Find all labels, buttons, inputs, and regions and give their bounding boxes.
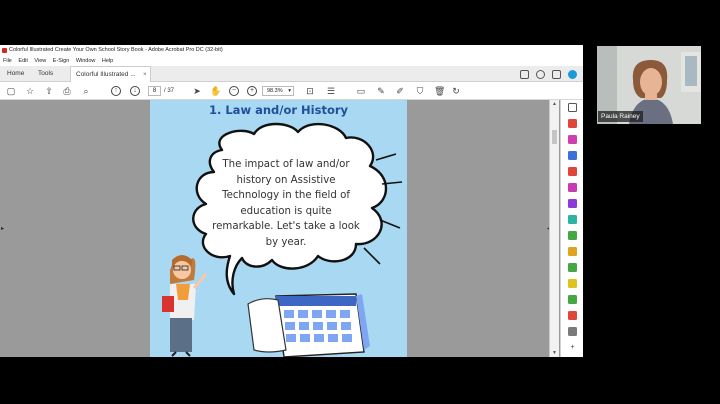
chevron-down-icon: ▾ xyxy=(288,88,291,94)
zoom-in-icon[interactable]: + xyxy=(247,86,257,96)
menu-edit[interactable]: Edit xyxy=(18,58,27,64)
combine-files-icon[interactable] xyxy=(568,135,577,144)
participant-name-label: Paula Rainey xyxy=(598,111,643,122)
notifications-icon[interactable] xyxy=(552,69,561,79)
fill-sign-icon[interactable] xyxy=(568,199,577,208)
main-toolbar: ▢ ☆ ⇧ ⎙ ⌕ ↑ ↓ 8 / 37 ➤ ✋ − + 98.3% ▾ ⊡ ☰… xyxy=(0,82,583,100)
menu-file[interactable]: File xyxy=(3,58,12,64)
collapse-left-panel-icon[interactable]: ▸ xyxy=(1,225,4,232)
help-icon[interactable] xyxy=(536,69,545,79)
zoom-level-select[interactable]: 98.3% ▾ xyxy=(262,86,294,96)
menu-esign[interactable]: E-Sign xyxy=(53,58,70,64)
close-tab-icon[interactable]: × xyxy=(143,67,147,83)
print-production-icon[interactable] xyxy=(568,327,577,336)
menu-bar: File Edit View E-Sign Window Help xyxy=(0,56,583,66)
menu-view[interactable]: View xyxy=(34,58,46,64)
calendar-icon xyxy=(247,293,370,357)
redact-icon[interactable] xyxy=(568,311,577,320)
tab-home[interactable]: Home xyxy=(7,66,24,82)
menu-help[interactable]: Help xyxy=(102,58,113,64)
scrollbar-thumb[interactable] xyxy=(552,130,557,144)
scroll-mode-icon[interactable]: ☰ xyxy=(326,86,336,96)
account-icons xyxy=(520,66,583,82)
edit-pdf-icon[interactable] xyxy=(568,167,577,176)
search-icon[interactable]: ⌕ xyxy=(81,86,91,96)
hand-tool-icon[interactable]: ✋ xyxy=(210,86,221,96)
upload-icon[interactable]: ⇧ xyxy=(44,86,54,96)
account-avatar[interactable] xyxy=(568,69,577,79)
previous-page-icon[interactable]: ↑ xyxy=(111,86,121,96)
accessibility-icon[interactable] xyxy=(568,295,577,304)
more-tools-icon[interactable]: + xyxy=(568,343,577,352)
save-icon[interactable]: ▢ xyxy=(6,86,16,96)
print-icon[interactable]: ⎙ xyxy=(62,86,72,96)
menu-window[interactable]: Window xyxy=(76,58,96,64)
zoom-out-icon[interactable]: − xyxy=(229,86,239,96)
stamp-tool-icon[interactable] xyxy=(568,279,577,288)
scroll-down-icon[interactable]: ▼ xyxy=(552,350,557,356)
search-tools-icon[interactable] xyxy=(568,103,577,112)
draw-icon[interactable]: ✐ xyxy=(395,86,405,96)
document-viewer[interactable]: ▸ 1. Law and/or History The impact of la… xyxy=(0,100,560,357)
star-icon[interactable]: ☆ xyxy=(25,86,35,96)
title-bar: Colorful Illustrated Create Your Own Sch… xyxy=(0,45,583,56)
screen: Colorful Illustrated Create Your Own Sch… xyxy=(0,0,720,404)
window-title: Colorful Illustrated Create Your Own Sch… xyxy=(9,47,223,53)
highlight-icon[interactable]: ✎ xyxy=(376,86,386,96)
stamp-icon[interactable]: ⛉ xyxy=(415,86,425,96)
scroll-up-icon[interactable]: ▲ xyxy=(552,101,557,107)
pdf-page: 1. Law and/or History The impact of law … xyxy=(150,100,407,357)
acrobat-app-icon xyxy=(2,48,7,53)
next-page-icon[interactable]: ↓ xyxy=(130,86,140,96)
speech-bubble-text: The impact of law and/or history on Assi… xyxy=(212,159,360,248)
delete-icon[interactable]: 🗑 xyxy=(434,86,445,96)
acrobat-window: Colorful Illustrated Create Your Own Sch… xyxy=(0,45,583,357)
tab-bar: Home Tools Colorful Illustrated ... × xyxy=(0,66,583,82)
vertical-scrollbar[interactable]: ▲ ▼ xyxy=(549,100,559,357)
select-cursor-icon[interactable]: ➤ xyxy=(192,86,202,96)
organize-pages-icon[interactable] xyxy=(568,183,577,192)
protect-icon[interactable] xyxy=(568,231,577,240)
send-for-review-icon[interactable] xyxy=(568,215,577,224)
tab-tools[interactable]: Tools xyxy=(38,66,53,82)
export-pdf-icon[interactable] xyxy=(568,151,577,160)
comment-icon[interactable]: ▭ xyxy=(356,86,366,96)
comment-tool-icon[interactable] xyxy=(568,247,577,256)
share-icon[interactable] xyxy=(520,69,529,79)
tab-document-label: Colorful Illustrated ... xyxy=(76,71,136,78)
scan-ocr-icon[interactable] xyxy=(568,263,577,272)
page-count: / 37 xyxy=(164,88,175,94)
tab-document[interactable]: Colorful Illustrated ... × xyxy=(70,66,151,82)
rotate-icon[interactable]: ↻ xyxy=(451,86,461,96)
tools-side-panel: + xyxy=(560,100,583,357)
page-fit-icon[interactable]: ⊡ xyxy=(305,86,315,96)
zoom-level: 98.3% xyxy=(267,88,283,94)
create-pdf-icon[interactable] xyxy=(568,119,577,128)
teacher-illustration xyxy=(162,255,208,357)
page-number-input[interactable]: 8 xyxy=(148,86,161,96)
